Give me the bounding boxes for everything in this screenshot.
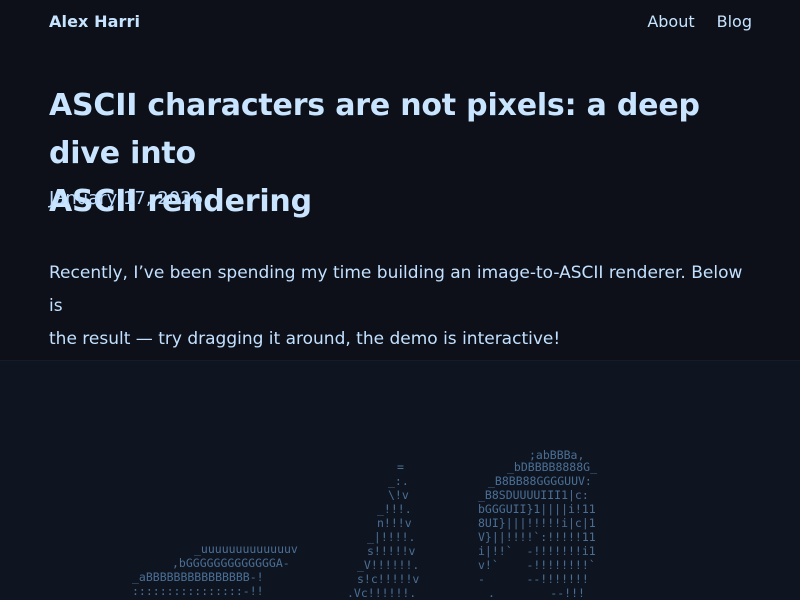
ascii-middle-line-8: _V!!!!!!.: [357, 558, 420, 572]
ascii-left-line-4: ::::::::::::::::-!!: [132, 584, 264, 598]
intro-line-1: Recently, I’ve been spending my time bui…: [49, 263, 743, 316]
article-title-line-1: ASCII characters are not pixels: a deep …: [49, 88, 700, 171]
ascii-right-line-3: _B8BB88GGGGUUV:: [488, 474, 592, 488]
ascii-middle-line-7: s!!!!!v: [367, 544, 416, 558]
ascii-right-line-6: 8UI}|||!!!!!i|c|1: [478, 516, 596, 530]
ascii-left-line-1: _uuuuuuuuuuuuuv: [194, 542, 298, 556]
ascii-right-line-9: v!` -!!!!!!!!`: [478, 558, 596, 572]
ascii-middle-line-9: s!c!!!!!v: [357, 572, 420, 586]
ascii-right-line-4: _B8SDUUUUIII1|c:: [478, 488, 589, 502]
ascii-middle-line-6: _|!!!!.: [367, 530, 416, 544]
ascii-right-line-7: V}||!!!!`:!!!!!11: [478, 530, 596, 544]
blog-post-page: Alex Harri About Blog ASCII characters a…: [0, 0, 800, 600]
intro-paragraph: Recently, I’ve been spending my time bui…: [49, 257, 759, 356]
ascii-right-line-2: _bDBBBB8888G_: [507, 460, 598, 474]
nav-link-about[interactable]: About: [647, 12, 694, 31]
ascii-middle-line-3: \!v: [388, 488, 409, 502]
ascii-left-line-2: ,bGGGGGGGGGGGGGA-: [172, 556, 290, 570]
ascii-middle-line-4: _!!!.: [377, 502, 412, 516]
top-navigation: Alex Harri About Blog: [0, 0, 800, 48]
ascii-middle-line-10: .Vc!!!!!!.: [347, 586, 417, 600]
ascii-middle-line-2: _:.: [388, 474, 409, 488]
ascii-render-demo[interactable]: _uuuuuuuuuuuuuv ,bGGGGGGGGGGGGGA- _aBBBB…: [0, 360, 800, 600]
ascii-middle-line-1: =: [397, 460, 404, 474]
ascii-right-line-5: bGGGUII}1||||i!11: [478, 502, 596, 516]
ascii-middle-line-5: n!!!v: [377, 516, 412, 530]
site-title-link[interactable]: Alex Harri: [49, 12, 140, 31]
nav-link-blog[interactable]: Blog: [717, 12, 752, 31]
ascii-left-line-3: _aBBBBBBBBBBBBBBB-!: [132, 570, 264, 584]
article-date: January 17, 2026: [49, 188, 204, 209]
ascii-right-line-11: . --!!!: [488, 586, 585, 600]
nav-links: About Blog: [647, 12, 752, 31]
intro-line-2: the result — try dragging it around, the…: [49, 329, 561, 349]
ascii-right-line-8: i|!!` -!!!!!!!i1: [478, 544, 596, 558]
ascii-right-line-10: - --!!!!!!!: [478, 572, 589, 586]
ascii-canvas[interactable]: _uuuuuuuuuuuuuv ,bGGGGGGGGGGGGGA- _aBBBB…: [0, 361, 800, 600]
